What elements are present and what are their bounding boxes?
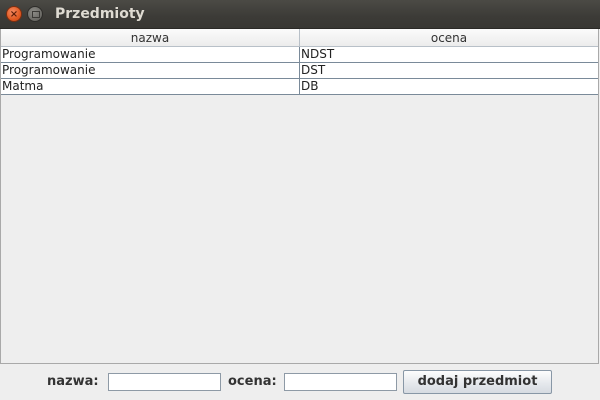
subjects-table[interactable]: nazwa ocena Programowanie NDST Programow… xyxy=(0,29,599,364)
name-input[interactable] xyxy=(108,373,221,391)
app-window: × Przedmioty nazwa ocena Programowanie N… xyxy=(0,0,600,400)
table-cell-ocena[interactable]: DST xyxy=(300,63,598,78)
close-icon: × xyxy=(9,9,19,20)
grade-label: ocena: xyxy=(228,374,277,389)
add-subject-form: nazwa: ocena: dodaj przedmiot xyxy=(0,364,600,400)
table-body: Programowanie NDST Programowanie DST Mat… xyxy=(1,47,598,95)
name-label: nazwa: xyxy=(47,374,99,389)
maximize-icon xyxy=(32,11,40,18)
title-bar[interactable]: × Przedmioty xyxy=(0,0,600,29)
close-button[interactable]: × xyxy=(6,6,22,22)
column-header-nazwa[interactable]: nazwa xyxy=(1,29,300,47)
maximize-button[interactable] xyxy=(27,6,43,22)
table-cell-nazwa[interactable]: Programowanie xyxy=(1,47,300,62)
add-subject-button[interactable]: dodaj przedmiot xyxy=(403,370,552,394)
table-row[interactable]: Programowanie DST xyxy=(1,63,598,79)
table-cell-nazwa[interactable]: Matma xyxy=(1,79,300,94)
table-row[interactable]: Matma DB xyxy=(1,79,598,95)
window-title: Przedmioty xyxy=(55,6,145,22)
table-cell-ocena[interactable]: NDST xyxy=(300,47,598,62)
table-row[interactable]: Programowanie NDST xyxy=(1,47,598,63)
table-cell-nazwa[interactable]: Programowanie xyxy=(1,63,300,78)
table-cell-ocena[interactable]: DB xyxy=(300,79,598,94)
table-header: nazwa ocena xyxy=(1,29,598,47)
column-header-ocena[interactable]: ocena xyxy=(300,29,598,47)
grade-input[interactable] xyxy=(284,373,397,391)
